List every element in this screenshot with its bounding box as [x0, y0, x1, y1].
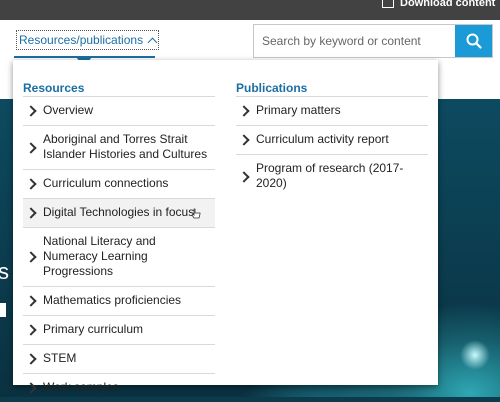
- menu-item-digital-technologies[interactable]: Digital Technologies in focus: [23, 199, 215, 228]
- menu-item-label: Digital Technologies in focus: [43, 205, 195, 219]
- nav-tab-resources-publications[interactable]: Resources/publications: [14, 24, 160, 58]
- publications-heading: Publications: [236, 60, 428, 97]
- menu-item-label: Program of research (2017-2020): [256, 161, 404, 190]
- menu-item-work-samples[interactable]: Work samples: [23, 374, 215, 402]
- nav-tab-text: Resources/publications: [19, 33, 144, 47]
- chevron-right-icon: [239, 105, 251, 117]
- menu-item-label: Primary matters: [256, 103, 341, 117]
- menu-item-program-of-research[interactable]: Program of research (2017-2020): [236, 155, 428, 198]
- chevron-right-icon: [239, 134, 251, 146]
- chevron-right-icon: [239, 171, 251, 183]
- search-button[interactable]: [455, 25, 492, 57]
- download-icon: [382, 0, 394, 8]
- menu-item-label: Aboriginal and Torres Strait Islander Hi…: [43, 132, 208, 161]
- download-content-link[interactable]: Download content: [382, 0, 495, 12]
- menu-item-primary-curriculum[interactable]: Primary curriculum: [23, 316, 215, 345]
- chevron-right-icon: [26, 251, 38, 263]
- menu-item-stem[interactable]: STEM: [23, 345, 215, 374]
- nav-tab-label: Resources/publications: [15, 30, 160, 50]
- menu-item-overview[interactable]: Overview: [23, 97, 215, 126]
- menu-item-label: Mathematics proficiencies: [43, 293, 182, 307]
- search-icon: [466, 33, 482, 49]
- chevron-up-icon: [147, 37, 158, 47]
- hand-cursor-icon: [191, 208, 201, 219]
- download-content-label: Download content: [400, 0, 496, 9]
- menu-item-label: Primary curriculum: [43, 322, 144, 336]
- menu-item-label: Overview: [43, 103, 94, 117]
- chevron-right-icon: [26, 295, 38, 307]
- resources-heading: Resources: [23, 60, 215, 97]
- chevron-right-icon: [26, 324, 38, 336]
- chevron-right-icon: [26, 207, 38, 219]
- menu-item-label: National Literacy and Numeracy Learning …: [43, 234, 156, 278]
- chevron-right-icon: [26, 105, 38, 117]
- menu-item-label: Curriculum connections: [43, 176, 169, 190]
- menu-item-curriculum-activity-report[interactable]: Curriculum activity report: [236, 126, 428, 155]
- chevron-right-icon: [26, 382, 38, 394]
- resources-publications-dropdown: Resources Overview Aboriginal and Torres…: [13, 60, 438, 394]
- menu-item-label: Curriculum activity report: [256, 132, 389, 146]
- menu-item-label: STEM: [43, 351, 77, 365]
- menu-item-label: Work samples: [43, 380, 119, 394]
- menu-item-aboriginal-torres-strait[interactable]: Aboriginal and Torres Strait Islander Hi…: [23, 126, 215, 170]
- menu-item-literacy-numeracy[interactable]: National Literacy and Numeracy Learning …: [23, 228, 215, 287]
- search-input[interactable]: [254, 25, 454, 57]
- menu-item-primary-matters[interactable]: Primary matters: [236, 97, 428, 126]
- hero-heading: s: [0, 259, 9, 284]
- menu-item-mathematics-proficiencies[interactable]: Mathematics proficiencies: [23, 287, 215, 316]
- hero-input-edge: [0, 303, 6, 317]
- chevron-right-icon: [26, 353, 38, 365]
- menu-item-curriculum-connections[interactable]: Curriculum connections: [23, 170, 215, 199]
- publications-column: Publications Primary matters Curriculum …: [236, 60, 428, 198]
- resources-column: Resources Overview Aboriginal and Torres…: [23, 60, 215, 402]
- chevron-right-icon: [26, 142, 38, 154]
- decorative-glow: [460, 340, 490, 370]
- search-box: [253, 24, 493, 58]
- chevron-right-icon: [26, 178, 38, 190]
